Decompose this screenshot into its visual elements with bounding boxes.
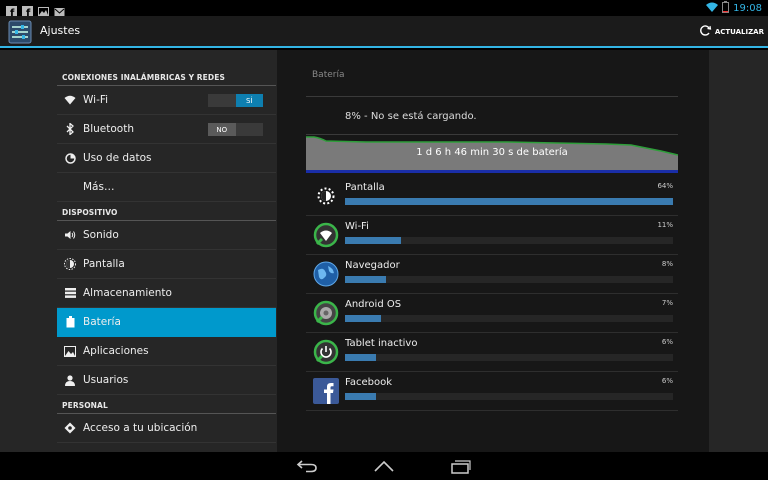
location-icon xyxy=(57,422,83,434)
wifi-signal-icon xyxy=(706,2,719,15)
app-percent: 6% xyxy=(661,377,673,385)
settings-item-label: Wi-Fi xyxy=(83,94,109,106)
battery-app-row[interactable]: Tablet inactivo 6% xyxy=(306,333,678,372)
usage-bar xyxy=(345,354,673,361)
recent-apps-icon[interactable] xyxy=(449,456,473,476)
home-icon[interactable] xyxy=(372,456,396,476)
toggle-label: NO xyxy=(208,123,236,136)
refresh-button[interactable]: ACTUALIZAR xyxy=(699,24,764,39)
settings-item-label: Aplicaciones xyxy=(83,345,149,357)
toggle-label: SÍ xyxy=(235,94,263,107)
app-name: Pantalla xyxy=(345,182,385,193)
settings-item-users[interactable]: Usuarios xyxy=(57,366,276,395)
browser-globe-icon xyxy=(313,261,339,287)
wifi-app-icon xyxy=(313,222,339,248)
data-usage-icon xyxy=(57,152,83,164)
app-name: Tablet inactivo xyxy=(345,338,418,349)
bluetooth-toggle[interactable]: NO xyxy=(208,123,263,136)
display-icon xyxy=(57,258,83,270)
settings-item-battery[interactable]: Batería xyxy=(57,308,276,337)
usage-bar xyxy=(345,393,673,400)
app-name: Android OS xyxy=(345,299,402,310)
settings-item-label: Usuarios xyxy=(83,374,129,386)
facebook-icon: f xyxy=(22,2,33,19)
settings-main: CONEXIONES INALÁMBRICAS Y REDES Wi-Fi SÍ… xyxy=(0,50,768,452)
battery-app-row[interactable]: Wi-Fi 11% xyxy=(306,216,678,255)
refresh-label: ACTUALIZAR xyxy=(714,27,764,36)
app-percent: 6% xyxy=(661,338,673,346)
app-percent: 7% xyxy=(661,299,673,307)
page-title: Ajustes xyxy=(40,24,81,37)
settings-list: CONEXIONES INALÁMBRICAS Y REDES Wi-Fi SÍ… xyxy=(57,67,276,452)
divider xyxy=(306,96,678,97)
wifi-icon xyxy=(57,95,83,105)
battery-app-row[interactable]: Facebook 6% xyxy=(306,372,678,411)
settings-item-label: Acceso a tu ubicación xyxy=(83,422,198,434)
settings-item-bluetooth[interactable]: Bluetooth NO xyxy=(57,115,276,144)
settings-item-wifi[interactable]: Wi-Fi SÍ xyxy=(57,86,276,115)
mail-icon xyxy=(54,2,65,16)
app-percent: 64% xyxy=(657,182,673,190)
settings-item-label: Bluetooth xyxy=(83,123,134,135)
graph-label: 1 d 6 h 46 min 30 s de batería xyxy=(416,147,568,158)
settings-item-storage[interactable]: Almacenamiento xyxy=(57,279,276,308)
settings-app-icon[interactable] xyxy=(8,20,32,44)
settings-item-label: Almacenamiento xyxy=(83,287,172,299)
battery-app-row[interactable]: Pantalla 64% xyxy=(306,177,678,216)
settings-item-label: Pantalla xyxy=(83,258,125,270)
status-bar: f f 19:08 xyxy=(0,0,768,19)
image-icon xyxy=(38,2,49,16)
section-header-personal: PERSONAL xyxy=(57,395,276,414)
battery-app-row[interactable]: Navegador 8% xyxy=(306,255,678,294)
navigation-bar xyxy=(0,452,768,480)
battery-panel: Batería 8% - No se está cargando. 1 d 6 … xyxy=(277,50,709,452)
power-icon xyxy=(313,339,339,365)
settings-item-data-usage[interactable]: Uso de datos xyxy=(57,144,276,173)
usage-bar xyxy=(345,237,673,244)
settings-item-label: Batería xyxy=(83,316,121,328)
battery-icon xyxy=(57,316,83,328)
usage-bar xyxy=(345,315,673,322)
screen-brightness-icon xyxy=(313,183,339,209)
facebook-app-icon xyxy=(313,378,339,404)
settings-item-sound[interactable]: Sonido xyxy=(57,221,276,250)
sound-icon xyxy=(57,230,83,240)
wifi-toggle[interactable]: SÍ xyxy=(208,94,263,107)
panel-title: Batería xyxy=(312,70,345,80)
app-percent: 11% xyxy=(657,221,673,229)
settings-item-location[interactable]: Acceso a tu ubicación xyxy=(57,414,276,443)
battery-status-icon xyxy=(722,1,730,16)
settings-item-apps[interactable]: Aplicaciones xyxy=(57,337,276,366)
section-header-device: DISPOSITIVO xyxy=(57,202,276,221)
facebook-icon: f xyxy=(6,2,17,19)
battery-status-text[interactable]: 8% - No se está cargando. xyxy=(345,111,477,122)
settings-item-label: Uso de datos xyxy=(83,152,152,164)
storage-icon xyxy=(57,288,83,298)
bluetooth-icon xyxy=(57,123,83,135)
battery-app-row[interactable]: Android OS 7% xyxy=(306,294,678,333)
usage-bar xyxy=(345,198,673,205)
settings-item-label: Más… xyxy=(83,181,115,193)
usage-bar xyxy=(345,276,673,283)
section-header-wireless: CONEXIONES INALÁMBRICAS Y REDES xyxy=(57,67,276,86)
clock: 19:08 xyxy=(733,3,762,14)
android-os-icon xyxy=(313,300,339,326)
settings-item-label: Sonido xyxy=(83,229,119,241)
settings-item-display[interactable]: Pantalla xyxy=(57,250,276,279)
action-bar: Ajustes ACTUALIZAR xyxy=(0,16,768,48)
settings-item-more[interactable]: Más… xyxy=(57,173,276,202)
back-icon[interactable] xyxy=(295,456,319,476)
battery-history-graph[interactable]: 1 d 6 h 46 min 30 s de batería xyxy=(306,135,679,173)
app-name: Wi-Fi xyxy=(345,221,369,232)
refresh-icon xyxy=(699,24,712,39)
apps-icon xyxy=(57,345,83,357)
app-name: Navegador xyxy=(345,260,400,271)
users-icon xyxy=(57,374,83,386)
app-percent: 8% xyxy=(661,260,673,268)
app-name: Facebook xyxy=(345,377,392,388)
